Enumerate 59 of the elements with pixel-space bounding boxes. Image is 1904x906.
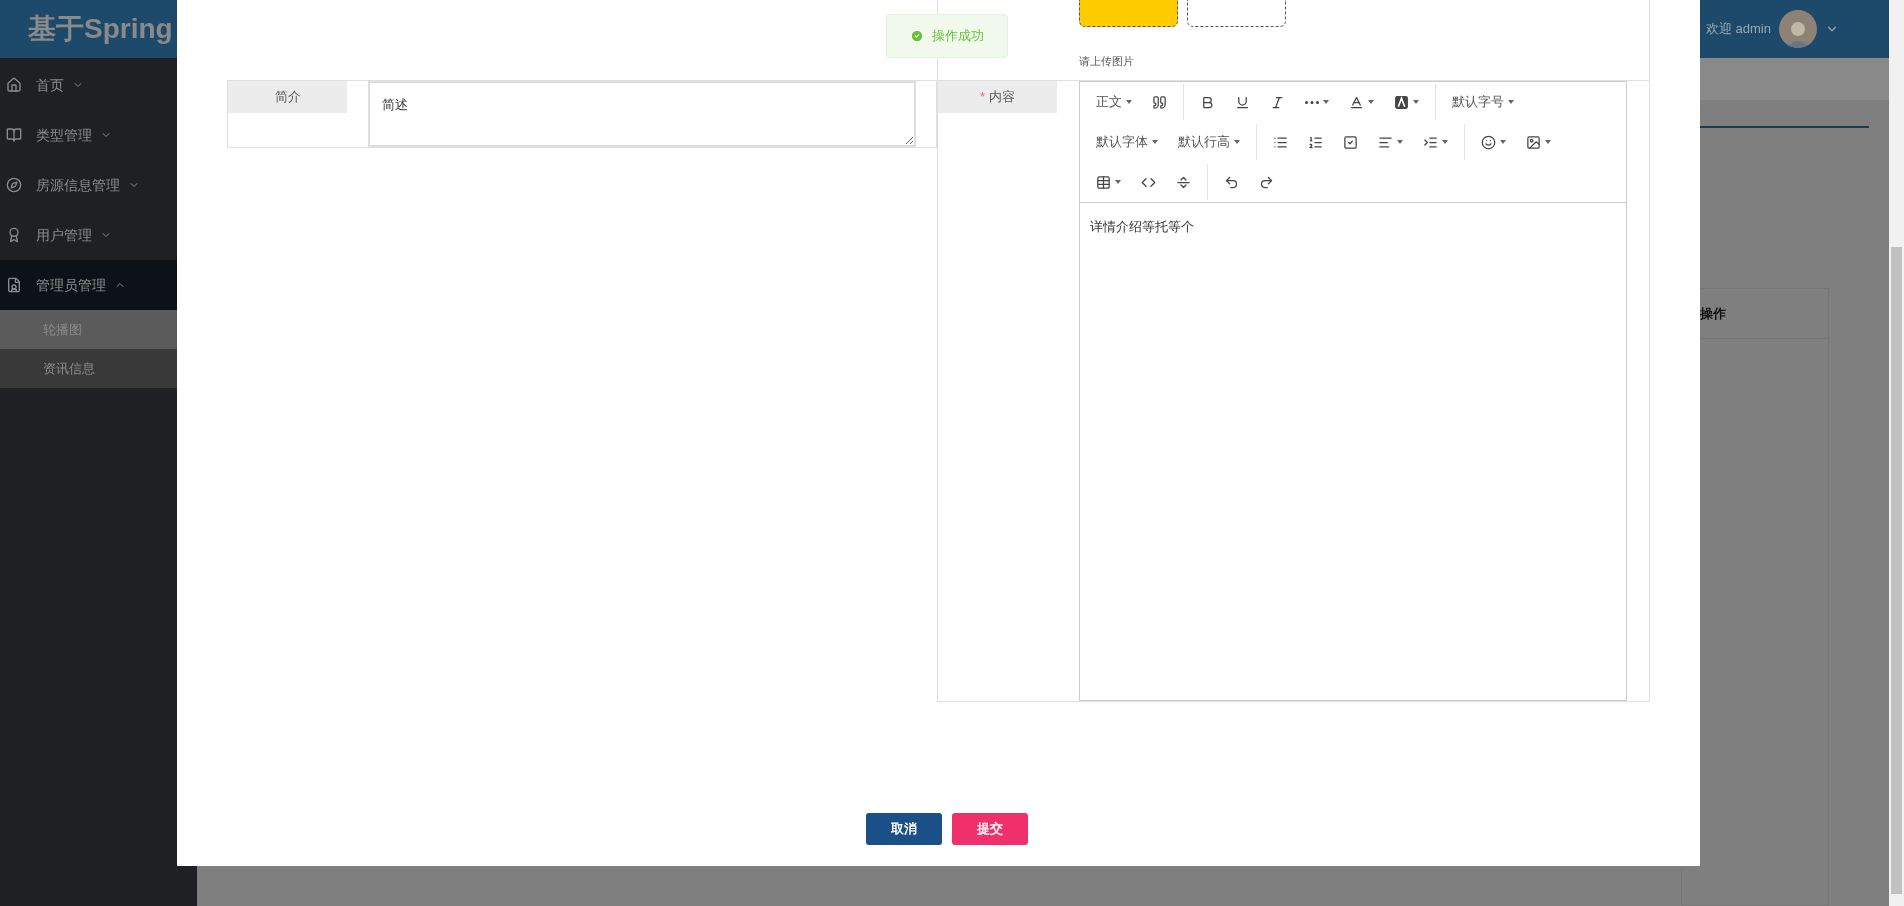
- menu-label: 房源信息管理: [36, 175, 120, 195]
- success-icon: [910, 29, 924, 43]
- welcome-text: 欢迎 admin: [1705, 20, 1771, 39]
- summary-textarea[interactable]: 简述: [368, 81, 916, 147]
- bold-icon: [1200, 94, 1215, 110]
- align-icon: [1378, 134, 1393, 150]
- indent-icon: [1423, 134, 1438, 150]
- caret-icon: [1152, 140, 1158, 144]
- menu-item[interactable]: 类型管理: [0, 110, 197, 160]
- caret-icon: [1115, 180, 1121, 184]
- menu-item[interactable]: 用户管理: [0, 210, 197, 260]
- app-logo: 基于Spring: [28, 12, 173, 46]
- more-icon: [1305, 100, 1319, 104]
- toolbar-select[interactable]: 默认字体: [1088, 126, 1166, 158]
- menu-label: 类型管理: [36, 125, 92, 145]
- upload-box[interactable]: [1187, 0, 1286, 27]
- scrollbar[interactable]: [1889, 0, 1904, 906]
- checkbox-list-icon: [1343, 134, 1358, 150]
- numbered-list-icon: [1308, 134, 1323, 150]
- caret-icon: [1442, 140, 1448, 144]
- menu-item[interactable]: 首页: [0, 60, 197, 110]
- toast-message: 操作成功: [932, 27, 984, 46]
- underline-icon: [1235, 94, 1250, 110]
- undo-icon: [1224, 174, 1239, 190]
- toolbar-select[interactable]: 正文: [1088, 86, 1140, 118]
- required-mark: *: [979, 88, 986, 107]
- italic-icon: [1270, 94, 1285, 110]
- background-color-icon: [1394, 94, 1409, 110]
- caret-icon: [1545, 140, 1551, 144]
- toolbar-select[interactable]: 默认行高: [1170, 126, 1248, 158]
- font-color-icon: [1349, 94, 1364, 110]
- uploaded-image-thumbnail[interactable]: [1079, 0, 1178, 27]
- menu-item[interactable]: 房源信息管理: [0, 160, 197, 210]
- menu-icon: [6, 177, 22, 193]
- menu-icon: [6, 127, 22, 143]
- toolbar-select[interactable]: 默认字号: [1444, 86, 1522, 118]
- menu-icon: [6, 277, 22, 293]
- table-header-cell-text: 操作: [1700, 304, 1726, 323]
- image-icon: [1526, 134, 1541, 150]
- quote-icon: [1152, 94, 1167, 110]
- upload-hint: 请上传图片: [1079, 54, 1135, 69]
- menu-icon: [6, 77, 22, 93]
- table-icon: [1096, 174, 1111, 190]
- emoji-icon: [1481, 134, 1496, 150]
- menu-label: 用户管理: [36, 225, 92, 245]
- avatar[interactable]: [1779, 10, 1817, 48]
- menu-icon: [6, 227, 22, 243]
- caret-icon: [1234, 140, 1240, 144]
- field-label-text: 内容: [989, 88, 1016, 107]
- bullet-list-icon: [1273, 134, 1288, 150]
- redo-icon: [1259, 174, 1274, 190]
- menu-label: 首页: [36, 75, 64, 95]
- caret-icon: [1397, 140, 1403, 144]
- menu-label: 管理员管理: [36, 275, 106, 295]
- editor-body[interactable]: 详情介绍等托等个: [1080, 203, 1626, 700]
- caret-icon: [1500, 140, 1506, 144]
- field-label-text: 简介: [274, 88, 301, 107]
- cancel-button[interactable]: 取消: [865, 813, 942, 845]
- submit-button[interactable]: 提交: [951, 813, 1028, 845]
